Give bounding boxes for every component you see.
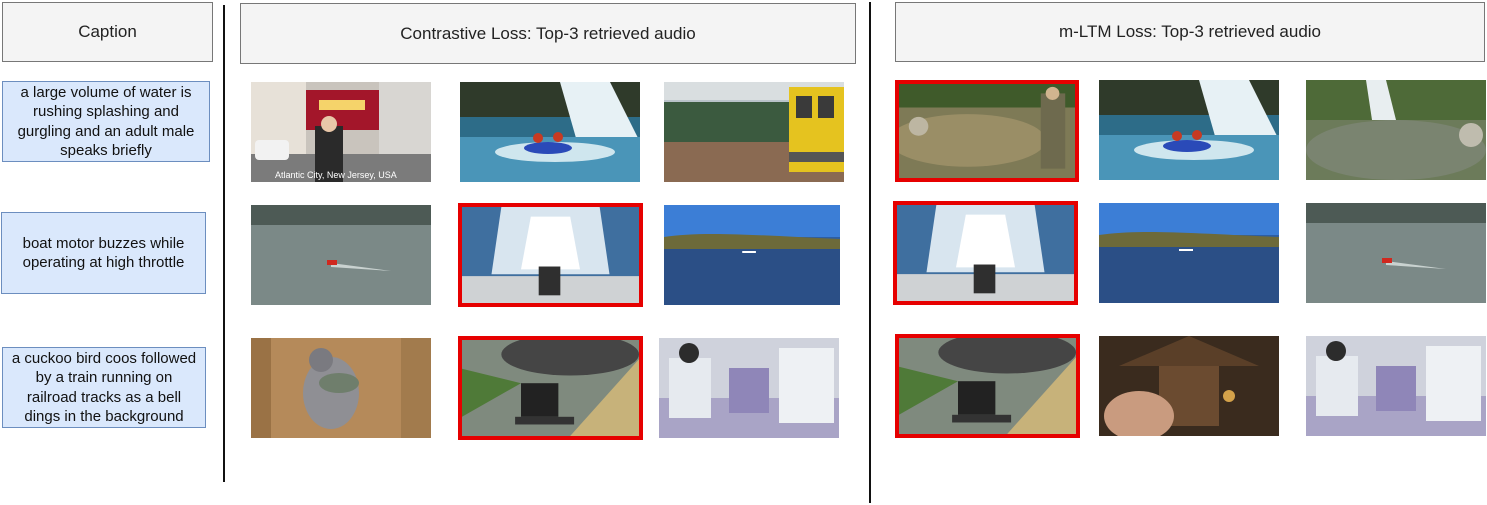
city-overlay-text: Atlantic City, New Jersey, USA: [275, 170, 397, 180]
caption-header: Caption: [2, 2, 213, 62]
train-station-thumbnail: [664, 82, 844, 182]
contrastive-header: Contrastive Loss: Top-3 retrieved audio: [240, 3, 856, 64]
students-thumbnail: [1306, 336, 1486, 436]
caption-header-label: Caption: [78, 22, 137, 41]
city-street-thumbnail: Atlantic City, New Jersey, USA: [251, 82, 431, 182]
rc-boat-thumbnail: [251, 205, 431, 305]
lake-shore-thumbnail: [1099, 203, 1279, 303]
divider-left: [223, 5, 225, 482]
river-hiker-thumbnail: [895, 80, 1079, 182]
cuckoo-clock-thumbnail: [1099, 336, 1279, 436]
divider-right: [869, 2, 871, 503]
boat-wake-thumbnail: [893, 201, 1078, 305]
pigeon-thumbnail: [251, 338, 431, 438]
caption-box-1: a large volume of water is rushing splas…: [2, 81, 210, 162]
caption-box-2: boat motor buzzes while operating at hig…: [1, 212, 206, 294]
caption-box-3: a cuckoo bird coos followed by a train r…: [2, 347, 206, 428]
mltm-header: m-LTM Loss: Top-3 retrieved audio: [895, 2, 1485, 62]
waterfall-pool-thumbnail: [1306, 80, 1486, 180]
steam-train-thumbnail: [458, 336, 643, 440]
rc-boat-thumbnail: [1306, 203, 1486, 303]
boat-wake-thumbnail: [458, 203, 643, 307]
steam-train-thumbnail: [895, 334, 1080, 438]
whitewater-raft-thumbnail: [1099, 80, 1279, 180]
caption-text-3: a cuckoo bird coos followed by a train r…: [11, 349, 197, 426]
mltm-header-label: m-LTM Loss: Top-3 retrieved audio: [1058, 22, 1322, 41]
lake-shore-thumbnail: [664, 205, 840, 305]
contrastive-header-label: Contrastive Loss: Top-3 retrieved audio: [400, 23, 696, 43]
whitewater-raft-thumbnail: [460, 82, 640, 182]
students-thumbnail: [659, 338, 839, 438]
caption-text-1: a large volume of water is rushing splas…: [17, 83, 195, 160]
caption-text-2: boat motor buzzes while operating at hig…: [22, 234, 185, 272]
